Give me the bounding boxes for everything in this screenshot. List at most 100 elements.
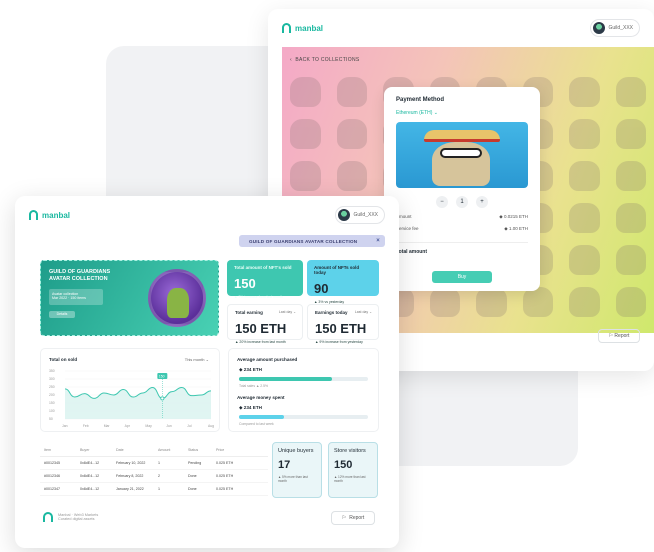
column-header[interactable]: Buyer [80, 448, 116, 452]
ape-thumbnail[interactable] [290, 119, 321, 149]
column-header[interactable]: Date [116, 448, 158, 452]
table-cell: February 8, 2022 [116, 474, 144, 478]
table-cell: January 21, 2022 [116, 487, 144, 491]
brand-name: manbal [295, 23, 324, 33]
ape-thumbnail[interactable] [336, 77, 367, 107]
table-cell: 0x8dE4...12 [80, 461, 100, 465]
table-cell: Pending [188, 461, 202, 465]
currency-select[interactable]: Ethereum (ETH) ⌄ [396, 110, 528, 116]
stat-card-total-sold: Total amount of NFT's sold 150 ▲ 7% incr… [227, 260, 303, 299]
ape-thumbnail[interactable] [290, 161, 321, 191]
period-select[interactable]: Last day ⌄ [279, 310, 296, 314]
collection-filter-chip[interactable]: GUILD OF GUARDIANS AVATAR COLLECTION [239, 235, 385, 247]
back-to-collections-link[interactable]: ‹ BACK TO COLLECTIONS [290, 57, 360, 63]
screenshot-stage: manbal Guild_XXX ‹ BACK TO COLLECTIONS P… [0, 0, 654, 552]
user-menu[interactable]: Guild_XXX [334, 206, 385, 224]
buy-button[interactable]: Buy [432, 271, 492, 283]
ape-thumbnail[interactable] [615, 287, 646, 317]
ape-thumbnail[interactable] [569, 203, 600, 233]
ape-thumbnail[interactable] [569, 287, 600, 317]
stat-note: ▲ 7% increase from last month [234, 295, 283, 299]
ape-thumbnail[interactable] [569, 245, 600, 275]
table-header: Item Buyer Date Amount Status Price [40, 444, 268, 457]
table-cell: #0012345 [44, 461, 60, 465]
table-cell: Done [188, 474, 197, 478]
y-tick-label: 100 [49, 409, 55, 413]
ape-thumbnail[interactable] [569, 161, 600, 191]
x-tick-label: Apr [125, 424, 131, 428]
payments-card: Average amount purchased ◆ 234 ETH Total… [228, 348, 379, 432]
flag-icon: ⚐ [341, 515, 347, 521]
table-row[interactable]: #0012345 0x8dE4...12 February 10, 2022 1… [40, 457, 268, 470]
kpi-label: Unique buyers [278, 448, 314, 454]
kpi-value: 150 [334, 459, 353, 471]
series-area [65, 387, 211, 419]
ape-thumbnail[interactable] [522, 287, 553, 317]
brand-logo[interactable]: manbal [29, 210, 70, 220]
banner-sub-detail: Mar 2022 · 150 items [52, 296, 86, 300]
report-button[interactable]: ⚐ Report [331, 511, 375, 525]
payment-amount: ◆ 234 ETH [239, 405, 262, 410]
table-cell: 0.025 ETH [216, 474, 234, 478]
sales-chart: 350 300 250 200 150 100 50 Jan Feb Mar Apr May Jun Ju… [49, 369, 214, 428]
x-tick-label: Jan [62, 424, 68, 428]
report-button[interactable]: ⚐ Report [598, 329, 640, 343]
ape-thumbnail[interactable] [569, 119, 600, 149]
kpi-note: ▲ 12% more than last month [334, 475, 366, 483]
table-row[interactable]: #0012346 0x8dE4...12 February 8, 2022 2 … [40, 470, 268, 483]
ape-thumbnail[interactable] [336, 161, 367, 191]
stat-value: 90 [314, 281, 329, 296]
banner-details-button[interactable]: Details [49, 311, 75, 318]
ape-thumbnail[interactable] [615, 203, 646, 233]
plus-button[interactable]: + [476, 196, 488, 208]
ape-thumbnail[interactable] [615, 161, 646, 191]
y-tick-label: 250 [49, 385, 55, 389]
table-row[interactable]: #0012347 0x8dE4...12 January 21, 2022 1 … [40, 483, 268, 496]
table-cell: Done [188, 487, 197, 491]
stat-note: ▲ 9% increase from yesterday [315, 340, 363, 344]
ape-thumbnail[interactable] [569, 77, 600, 107]
ape-thumbnail[interactable] [429, 287, 460, 317]
glasses-shape [440, 148, 482, 158]
x-tick-label: Aug [208, 424, 214, 428]
ape-thumbnail[interactable] [615, 77, 646, 107]
x-tick-label: Jun [166, 424, 172, 428]
row-value: ◆ 0.0215 ETH [499, 214, 528, 219]
report-label: Report [349, 515, 365, 521]
column-header[interactable]: Price [216, 448, 256, 452]
quantity-value: 1 [456, 196, 468, 208]
transactions-table: Item Buyer Date Amount Status Price #001… [40, 444, 268, 496]
ape-thumbnail[interactable] [290, 77, 321, 107]
stat-card-sold-today: Amount of NFTs sold today 90 ▲ 3% vs yes… [307, 260, 379, 304]
row-value: ◆ 1.00 ETH [504, 226, 528, 231]
kpi-unique-buyers: Unique buyers 17 ▲ 5% more than last mon… [272, 442, 322, 498]
user-name: Guild_XXX [608, 25, 633, 31]
data-point[interactable] [160, 396, 165, 401]
x-tick-label: Mar [104, 424, 111, 428]
user-menu[interactable]: Guild_XXX [589, 19, 640, 37]
row-label: Service fee [396, 226, 419, 231]
dashboard-window: manbal Guild_XXX GUILD OF GUARDIANS AVAT… [15, 196, 399, 548]
column-header[interactable]: Status [188, 448, 216, 452]
payments-title: Average amount purchased [237, 357, 298, 362]
ape-thumbnail[interactable] [615, 119, 646, 149]
payment-caption: Total sales ▲ 2.5% [239, 384, 268, 388]
minus-button[interactable]: − [436, 196, 448, 208]
amount-row: Amount ◆ 0.0215 ETH [396, 214, 528, 220]
ape-thumbnail[interactable] [615, 245, 646, 275]
column-header[interactable]: Item [44, 448, 80, 452]
stat-value: 150 [234, 276, 256, 291]
avatar [592, 22, 605, 34]
chip-label: GUILD OF GUARDIANS AVATAR COLLECTION [249, 238, 358, 244]
column-header[interactable]: Amount [158, 448, 188, 452]
brand-logo[interactable]: manbal [282, 23, 323, 33]
table-cell: #0012347 [44, 487, 60, 491]
nft-preview-image [396, 122, 528, 188]
ape-thumbnail[interactable] [476, 287, 507, 317]
stat-label: Total amount of NFT's sold [234, 265, 292, 270]
banner-info: Avatar collection Mar 2022 · 150 items [49, 289, 103, 305]
period-select[interactable]: Last day ⌄ [355, 310, 372, 314]
stat-card-earnings-today: Earnings today Last day ⌄ 150 ETH ▲ 9% i… [307, 304, 379, 344]
payment-row: ◆ 234 ETH Compared to last week [239, 405, 368, 426]
ape-thumbnail[interactable] [336, 119, 367, 149]
